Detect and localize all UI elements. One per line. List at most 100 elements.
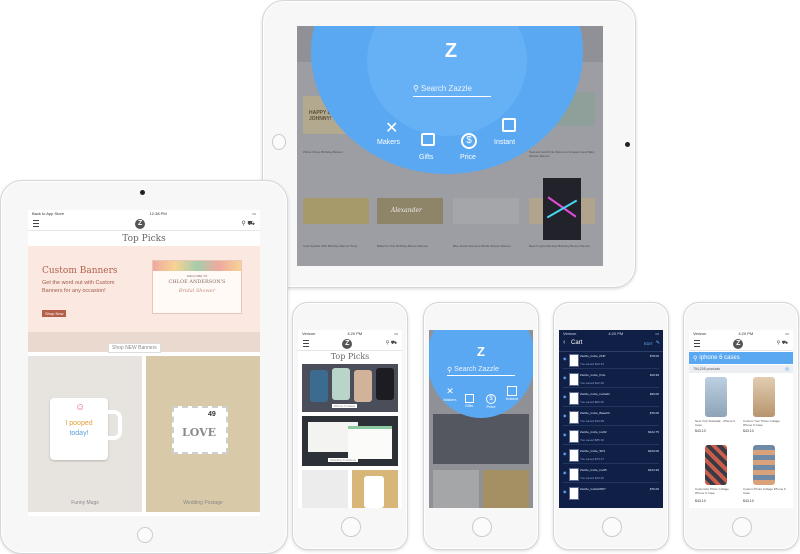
stamp-image: 49 LOVE <box>172 406 228 454</box>
product-image[interactable] <box>303 198 369 224</box>
ipad-landscape-screen: HAPPY BIRTHDAY JOHNNY! Winter Movie Birt… <box>297 26 603 266</box>
product-caption[interactable]: Gold Sparkle 50th Birthday Banner Party <box>303 244 369 248</box>
cart-item[interactable]: ◉ Zazzle_Invite_Post $19.99 You saved $1… <box>563 371 659 388</box>
case-image <box>753 445 775 485</box>
product-card[interactable]: New York Sidewalk - iPhone 6 Case $43.10 <box>695 377 739 439</box>
menu-icon[interactable] <box>303 340 309 347</box>
price-label: Price <box>486 404 496 409</box>
menu-icon[interactable] <box>33 220 39 227</box>
check-icon[interactable]: ◉ <box>563 451 567 456</box>
banner-hero[interactable]: Custom Banners Get the word out with Cus… <box>28 246 260 353</box>
makers-action[interactable]: ✕ Makers <box>377 118 409 152</box>
search-bar[interactable]: ⚲ iphone 6 cases <box>689 352 793 364</box>
search-input[interactable]: ⚲ Search Zazzle <box>413 81 491 97</box>
product-caption[interactable]: Winter Movie Birthday Banner <box>303 150 369 154</box>
price-label: Price <box>460 154 476 161</box>
tile-caption: Funny Mugs <box>71 500 99 506</box>
check-icon[interactable]: ◉ <box>563 356 567 361</box>
product-card[interactable]: Customize Photo Collage iPhone 6 Case $4… <box>695 445 739 507</box>
nav-icons: ⚲ ⛟ <box>386 340 397 347</box>
home-button[interactable] <box>272 134 286 150</box>
item-name: Zazzle_Invite_SP4 <box>580 449 606 453</box>
results-bar: 754,205 products ▤ <box>689 365 793 373</box>
phone-search-results-screen: Verizon 4:20 PM ▭ Z ⚲ ⛟ ⚲ iphone 6 cases… <box>689 330 793 508</box>
tile-more[interactable] <box>302 470 348 508</box>
makers-action[interactable]: ✕ Makers <box>441 386 459 402</box>
search-input[interactable]: ⚲ Search Zazzle <box>447 364 515 376</box>
tile-caption: Wedding Invitations <box>328 458 359 462</box>
home-button[interactable] <box>732 517 752 537</box>
product-caption[interactable]: Beach Light Rainbow Birthday Banner Bann… <box>529 244 595 248</box>
zazzle-logo[interactable]: Z <box>342 338 353 349</box>
product-caption[interactable]: Ballerina Tutu Birthday Banner Banner <box>377 244 443 248</box>
pencil-icon[interactable]: ✎ <box>656 340 660 346</box>
tile-more[interactable] <box>352 470 398 508</box>
product-image[interactable]: Alexander <box>377 198 443 224</box>
check-icon[interactable]: ◉ <box>563 413 567 418</box>
check-icon[interactable]: ◉ <box>563 375 567 380</box>
check-icon[interactable]: ◉ <box>563 470 567 475</box>
zazzle-logo[interactable]: Z <box>733 338 744 349</box>
gifts-action[interactable]: Gifts <box>461 394 477 408</box>
cart-item[interactable]: ◉ Zazzle_Invite_PNP $78.00 You saved $10… <box>563 352 659 369</box>
nav-bar: Z ⚲ ⛟ <box>28 217 260 231</box>
search-icon[interactable]: ⚲ <box>241 221 245 227</box>
check-icon[interactable]: ◉ <box>563 432 567 437</box>
price-action[interactable]: $ Price <box>457 133 485 165</box>
banner-product-image[interactable]: WELCOME TO CHLOE ANDERSON'S Bridal Showe… <box>152 260 242 314</box>
gifts-action[interactable]: Gifts <box>417 133 443 165</box>
search-icon[interactable]: ⚲ <box>777 340 781 346</box>
product-name: Custom Your Photo Collage iPhone 6 Case <box>743 419 780 427</box>
back-icon[interactable]: ‹ <box>563 339 565 346</box>
gift-icon <box>421 133 435 146</box>
tile-wedding-postage[interactable]: 49 LOVE Wedding Postage <box>146 356 260 512</box>
banner-caption[interactable]: Shop NEW Banners <box>108 343 161 353</box>
shop-now-button[interactable]: Shop Now <box>42 310 67 317</box>
cart-icon[interactable]: ⛟ <box>782 340 788 346</box>
check-icon[interactable]: ◉ <box>563 489 567 494</box>
check-icon[interactable]: ◉ <box>563 394 567 399</box>
home-button[interactable] <box>472 517 492 537</box>
status-back[interactable]: Back to App Store <box>32 211 64 216</box>
cart-icon[interactable]: ⛟ <box>247 221 255 227</box>
item-name: Zazzle_InviteDNP7 <box>580 487 606 491</box>
home-button[interactable] <box>137 527 153 543</box>
tile-iphone-cases[interactable]: iPhone 6 Cases <box>302 364 398 412</box>
product-image[interactable] <box>453 198 519 224</box>
price-action[interactable]: $ Price <box>483 394 499 409</box>
zazzle-logo[interactable]: Z <box>135 218 146 229</box>
instant-action[interactable]: Instant <box>503 386 521 401</box>
product-caption[interactable]: Blue Floral Welcome Bridal Shower Banner <box>453 244 519 248</box>
search-icon[interactable]: ⚲ <box>386 340 390 346</box>
search-icon: ⚲ <box>413 84 419 93</box>
edit-button[interactable]: EDIT <box>644 341 653 346</box>
product-caption[interactable]: Teal and Gold Pink Welcome Vintage Flora… <box>529 150 595 158</box>
filter-icon[interactable]: ▤ <box>785 366 789 371</box>
product-card[interactable]: Custom Photo Collage iPhone 6 Case $43.1… <box>743 445 787 507</box>
product-price: $43.10 <box>743 499 754 503</box>
cart-item[interactable]: ◉ Zazzle_InviteDNP7 $76.00 <box>563 485 659 501</box>
cart-item[interactable]: ◉ Zazzle_Invite_Inv05 $104.99 You saved … <box>563 466 659 483</box>
home-button[interactable] <box>341 517 361 537</box>
case-image <box>705 377 727 417</box>
menu-icon[interactable] <box>694 340 700 347</box>
zazzle-logo[interactable]: Z <box>441 40 461 62</box>
tile-funny-mugs[interactable]: ☺ I pooped today! Funny Mugs <box>28 356 142 512</box>
dim-tile <box>433 414 529 464</box>
instant-action[interactable]: Instant <box>493 118 525 152</box>
status-bar: Verizon 4:20 PM ▭ <box>298 330 402 337</box>
banner-welcome: WELCOME TO <box>186 274 208 278</box>
cart-item[interactable]: ◉ Zazzle_Invite_Invite01 $29.00 You save… <box>563 390 659 407</box>
cart-icon[interactable]: ⛟ <box>391 340 397 346</box>
tile-wedding-invitations[interactable]: Wedding Invitations <box>302 416 398 466</box>
product-card[interactable]: Custom Your Photo Collage iPhone 6 Case … <box>743 377 787 439</box>
cart-item[interactable]: ◉ Zazzle_Invite_Inv02 $102.75 You saved … <box>563 428 659 445</box>
zazzle-logo[interactable]: Z <box>473 344 489 359</box>
status-bar: Verizon 4:20 PM ▭ <box>559 330 663 337</box>
product-image-neon[interactable] <box>543 178 581 240</box>
cart-item[interactable]: ◉ Zazzle_Invite_SP4 $100.00 You saved $7… <box>563 447 659 464</box>
tile-caption: iPhone 6 Cases <box>332 404 358 408</box>
cart-item[interactable]: ◉ Zazzle_Invite_Base03 $76.00 You saved … <box>563 409 659 426</box>
section-title: Top Picks <box>122 234 166 244</box>
home-button[interactable] <box>602 517 622 537</box>
